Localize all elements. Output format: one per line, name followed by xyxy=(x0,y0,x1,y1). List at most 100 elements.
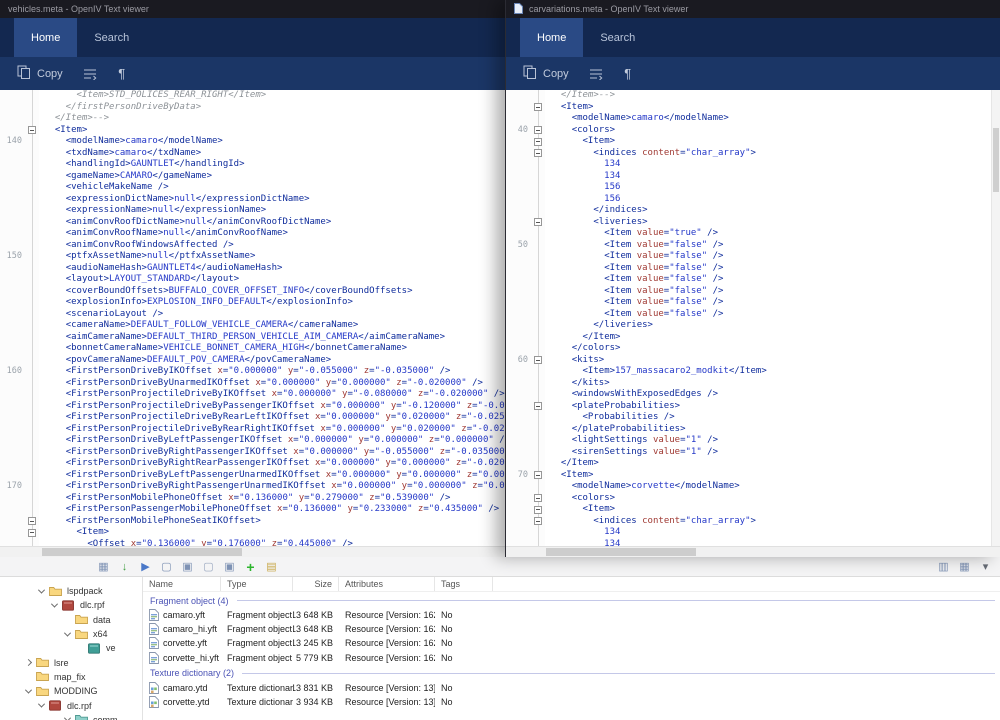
horizontal-scrollbar[interactable] xyxy=(506,546,1000,557)
file-row[interactable]: camaro.ytdTexture dictionary13 831 KBRes… xyxy=(143,681,1000,695)
file-row[interactable]: corvette.ytdTexture dictionary3 934 KBRe… xyxy=(143,695,1000,709)
arrow-down-icon[interactable]: ↓ xyxy=(116,559,133,575)
scrollbar-thumb[interactable] xyxy=(42,548,242,556)
file-type: Fragment object xyxy=(221,610,293,620)
details-view-icon[interactable]: ▦ xyxy=(956,559,973,575)
horizontal-scrollbar[interactable] xyxy=(0,546,506,557)
title-bar[interactable]: vehicles.meta - OpenIV Text viewer xyxy=(0,0,506,18)
fold-margin xyxy=(26,309,39,321)
tree-item-lspdpack[interactable]: lspdpack xyxy=(0,584,142,598)
fold-toggle-icon[interactable] xyxy=(534,471,542,479)
fold-toggle-icon[interactable] xyxy=(534,138,542,146)
file-row[interactable]: corvette_hi.yftFragment object5 779 KBRe… xyxy=(143,651,1000,665)
vertical-scrollbar[interactable] xyxy=(991,90,1000,546)
tree-item-modding[interactable]: MODDING xyxy=(0,684,142,698)
chevron-down-icon[interactable] xyxy=(25,686,32,693)
file-row[interactable]: camaro.yftFragment object13 648 KBResour… xyxy=(143,608,1000,622)
doc-list-icon[interactable]: ▣ xyxy=(179,559,196,575)
copy-button[interactable]: Copy xyxy=(516,62,576,85)
code-editor[interactable]: <Item>STD_POLICES_REAR_RIGHT</Item> </fi… xyxy=(0,90,506,546)
doc-text-icon[interactable]: ▣ xyxy=(221,559,238,575)
ytd-icon xyxy=(149,696,159,708)
scrollbar-thumb[interactable] xyxy=(993,128,999,192)
group-header[interactable]: Fragment object (4) xyxy=(143,593,1000,608)
line-number xyxy=(506,527,532,539)
column-header-attributes[interactable]: Attributes xyxy=(339,577,435,591)
file-row[interactable]: camaro_hi.yftFragment object13 648 KBRes… xyxy=(143,622,1000,636)
grid-view-icon[interactable]: ▦ xyxy=(95,559,112,575)
copy-button[interactable]: Copy xyxy=(10,62,70,85)
fold-toggle-icon[interactable] xyxy=(534,149,542,157)
fold-margin xyxy=(26,470,39,482)
fold-toggle-icon[interactable] xyxy=(534,218,542,226)
tree-item-x64[interactable]: x64 xyxy=(0,627,142,641)
tree-item-data[interactable]: data xyxy=(0,613,142,627)
doc-icon[interactable]: ▢ xyxy=(158,559,175,575)
file-attributes: Resource [Version: 13]; xyxy=(339,697,435,707)
chevron-down-icon[interactable] xyxy=(64,715,71,720)
file-size: 5 779 KB xyxy=(293,653,339,663)
tree-item-dlc.rpf[interactable]: dlc.rpf xyxy=(0,598,142,612)
code-text: <animConvRoofWindowsAffected /> xyxy=(39,240,234,252)
column-header-name[interactable]: Name xyxy=(143,577,221,591)
formatting-marks-icon[interactable]: ¶ xyxy=(110,62,134,86)
file-row[interactable]: corvette.yftFragment object13 245 KBReso… xyxy=(143,636,1000,650)
fold-toggle-icon[interactable] xyxy=(534,402,542,410)
chevron-right-icon[interactable] xyxy=(25,659,32,666)
code-text: 156 xyxy=(545,182,620,194)
group-rule xyxy=(242,673,995,674)
title-bar[interactable]: carvariations.meta - OpenIV Text viewer xyxy=(506,0,1000,18)
fold-toggle-icon[interactable] xyxy=(534,356,542,364)
code-text: <FirstPersonPassengerMobilePhoneOffset x… xyxy=(39,504,499,516)
fold-toggle-icon[interactable] xyxy=(534,103,542,111)
run-icon[interactable]: ▶ xyxy=(137,559,154,575)
group-header[interactable]: Texture dictionary (2) xyxy=(143,666,1000,681)
fold-margin xyxy=(532,447,545,459)
tree-item-comm[interactable]: comm xyxy=(0,713,142,720)
tree-item-label: map_fix xyxy=(54,672,86,682)
chevron-down-icon[interactable] xyxy=(51,600,58,607)
formatting-marks-icon[interactable]: ¶ xyxy=(616,62,640,86)
folder-tree: lspdpackdlc.rpfdatax64velsremap_fixMODDI… xyxy=(0,577,143,720)
chevron-down-icon[interactable] xyxy=(64,629,71,636)
column-header-size[interactable]: Size xyxy=(293,577,339,591)
fold-margin xyxy=(26,481,39,493)
dropdown-icon[interactable]: ▾ xyxy=(977,559,994,575)
tab-search[interactable]: Search xyxy=(77,18,146,57)
tree-item-ve[interactable]: ve xyxy=(0,641,142,655)
add-icon[interactable]: + xyxy=(242,559,259,575)
code-line: <Item>157_massacaro2_modkit</Item> xyxy=(506,366,1000,378)
doc-copy-icon[interactable]: ▢ xyxy=(200,559,217,575)
tab-home[interactable]: Home xyxy=(520,18,583,57)
folder-open-icon[interactable]: ▤ xyxy=(263,559,280,575)
scrollbar-thumb[interactable] xyxy=(546,548,696,556)
fold-toggle-icon[interactable] xyxy=(28,517,36,525)
line-number xyxy=(506,113,532,125)
code-text: 134 xyxy=(545,159,620,171)
word-wrap-icon[interactable] xyxy=(78,62,102,86)
chevron-down-icon[interactable] xyxy=(38,701,45,708)
tree-item-lsre[interactable]: lsre xyxy=(0,655,142,669)
fold-margin xyxy=(26,90,39,102)
fold-toggle-icon[interactable] xyxy=(534,506,542,514)
tab-home[interactable]: Home xyxy=(14,18,77,57)
fold-margin xyxy=(532,297,545,309)
fold-toggle-icon[interactable] xyxy=(28,126,36,134)
code-line: 134 xyxy=(506,539,1000,547)
fold-margin xyxy=(26,102,39,114)
chevron-down-icon[interactable] xyxy=(38,586,45,593)
word-wrap-icon[interactable] xyxy=(584,62,608,86)
tree-item-dlc.rpf[interactable]: dlc.rpf xyxy=(0,698,142,712)
fold-margin xyxy=(532,424,545,436)
column-header-tags[interactable]: Tags xyxy=(435,577,493,591)
fold-toggle-icon[interactable] xyxy=(534,126,542,134)
tab-search[interactable]: Search xyxy=(583,18,652,57)
column-header-type[interactable]: Type xyxy=(221,577,293,591)
fold-toggle-icon[interactable] xyxy=(28,529,36,537)
list-view-icon[interactable]: ▥ xyxy=(935,559,952,575)
fold-toggle-icon[interactable] xyxy=(534,494,542,502)
tree-item-map_fix[interactable]: map_fix xyxy=(0,670,142,684)
code-line: <Item value="false" /> xyxy=(506,309,1000,321)
fold-toggle-icon[interactable] xyxy=(534,517,542,525)
code-editor[interactable]: </Item>--> <Item> <modelName>camaro</mod… xyxy=(506,90,1000,546)
